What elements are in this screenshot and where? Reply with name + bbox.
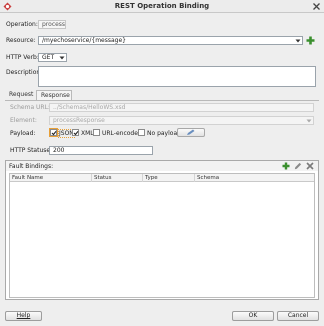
xml-checkbox[interactable]: [72, 129, 79, 136]
http-verb-select[interactable]: GET: [38, 53, 67, 62]
delete-icon[interactable]: [306, 162, 314, 170]
payload-edit-button[interactable]: [177, 128, 205, 137]
schema-url-label: Schema URL:: [10, 104, 50, 111]
column-header-type[interactable]: Type: [143, 174, 195, 182]
http-statuses-field[interactable]: 200: [49, 146, 153, 155]
column-header-status[interactable]: Status: [92, 174, 143, 182]
ok-button-label: OK: [248, 312, 258, 319]
tab-request[interactable]: Request: [5, 90, 36, 100]
no-payload-checkbox[interactable]: [138, 129, 145, 136]
add-resource-icon[interactable]: [306, 36, 315, 45]
column-header-schema[interactable]: Schema: [195, 174, 314, 182]
payload-label: Payload:: [10, 130, 36, 137]
window-title: REST Operation Binding: [114, 2, 210, 10]
operation-field: process: [38, 20, 66, 29]
resource-label: Resource:: [6, 37, 36, 44]
xml-option-label[interactable]: XML: [81, 130, 94, 137]
url-encoded-checkbox[interactable]: [93, 129, 100, 136]
no-payload-option-label[interactable]: No payload: [147, 130, 181, 137]
description-label: Description:: [6, 69, 43, 76]
json-checkbox[interactable]: [49, 128, 58, 137]
fault-bindings-panel: Fault Bindings: Fault Name Status Type S…: [5, 160, 319, 300]
chevron-down-icon: [295, 38, 301, 44]
element-value: processResponse: [53, 117, 105, 124]
tab-divider: [5, 100, 319, 101]
close-icon[interactable]: [312, 2, 321, 11]
dialog-window: REST Operation Binding Operation: proces…: [0, 0, 324, 326]
help-button-label: Help: [16, 312, 31, 319]
fault-bindings-header: Fault Bindings:: [6, 161, 318, 171]
url-encoded-option-label[interactable]: URL-encoded: [102, 130, 142, 137]
dialog-content: Operation: process Resource: /myechoserv…: [0, 13, 324, 326]
http-verb-label: HTTP Verb:: [6, 54, 39, 61]
table-header: Fault Name Status Type Schema: [10, 174, 314, 182]
pencil-icon: [187, 129, 195, 135]
chevron-down-icon: [59, 55, 65, 61]
resource-combo[interactable]: /myechoservice/{message}: [38, 36, 303, 45]
ok-button[interactable]: OK: [232, 311, 274, 321]
description-textarea[interactable]: [38, 66, 316, 87]
operation-label: Operation:: [6, 21, 38, 28]
http-verb-value: GET: [42, 54, 55, 61]
schema-url-field: ../Schemas/HelloWS.xsd: [49, 103, 314, 112]
fault-bindings-table: Fault Name Status Type Schema: [9, 173, 315, 298]
title-bar: REST Operation Binding: [0, 0, 324, 13]
chevron-down-icon: [306, 118, 312, 124]
edit-pencil-icon[interactable]: [294, 162, 302, 170]
element-select: processResponse: [49, 116, 314, 125]
cancel-button-label: Cancel: [287, 312, 309, 319]
tab-response[interactable]: Response: [36, 90, 72, 100]
help-button[interactable]: Help: [5, 311, 42, 321]
element-label: Element:: [10, 117, 37, 124]
fault-bindings-title: Fault Bindings:: [9, 163, 54, 170]
add-icon[interactable]: [282, 162, 290, 170]
cancel-button[interactable]: Cancel: [277, 311, 319, 321]
resource-value: /myechoservice/{message}: [42, 37, 126, 44]
column-header-fault-name[interactable]: Fault Name: [10, 174, 92, 182]
